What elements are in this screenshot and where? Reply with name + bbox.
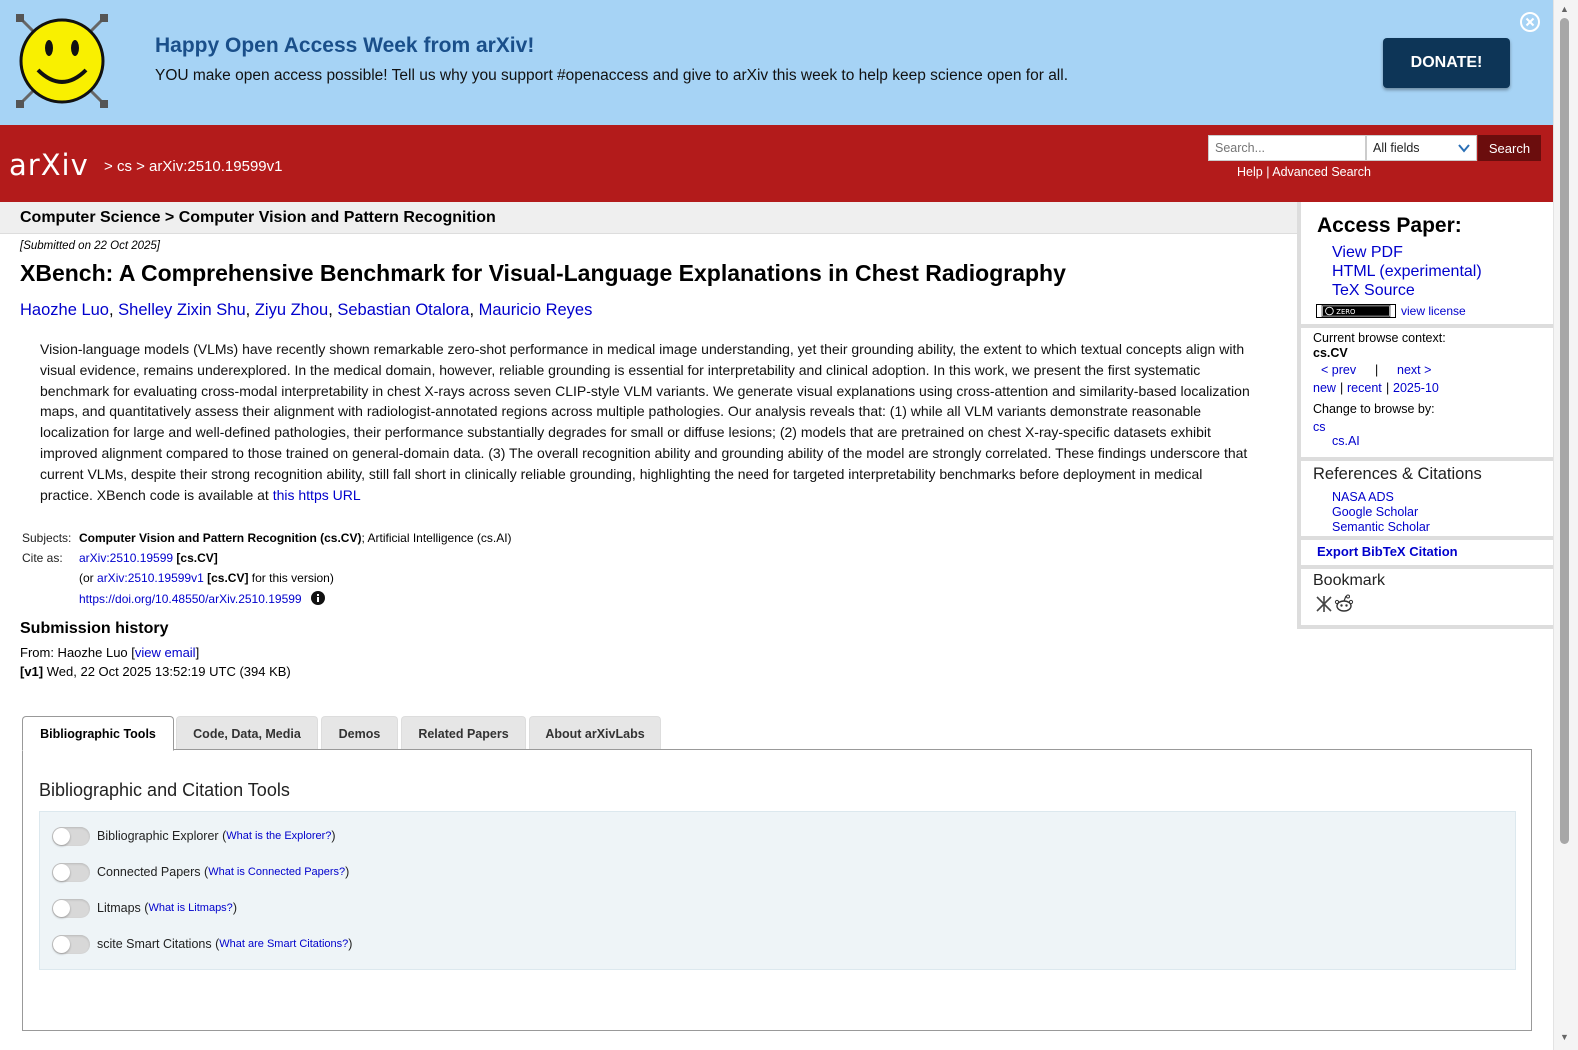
- banner-text: YOU make open access possible! Tell us w…: [155, 67, 1069, 84]
- advanced-search-link[interactable]: Advanced Search: [1272, 165, 1371, 179]
- author-list: Haozhe Luo, Shelley Zixin Shu, Ziyu Zhou…: [20, 301, 593, 319]
- toggle-switch[interactable]: [52, 898, 90, 918]
- svg-text:ZERO: ZERO: [1336, 308, 1355, 316]
- page-scrollbar[interactable]: ▲ ▼: [1553, 0, 1578, 1050]
- references-title: References & Citations: [1313, 465, 1482, 483]
- toggle-switch[interactable]: [52, 826, 90, 846]
- doi-link[interactable]: https://doi.org/10.48550/arXiv.2510.1959…: [79, 592, 302, 606]
- scroll-up-arrow-icon[interactable]: ▲: [1560, 4, 1569, 14]
- tool-bibliographic-explorer: Bibliographic Explorer (What is the Expl…: [52, 826, 336, 846]
- cite-id-link[interactable]: arXiv:2510.19599: [79, 551, 173, 565]
- subjects-label: Subjects:: [22, 531, 72, 545]
- help-link[interactable]: Help: [1237, 165, 1263, 179]
- search-button[interactable]: Search: [1478, 135, 1541, 161]
- arxiv-logo[interactable]: arXiv: [9, 146, 101, 186]
- subjects-value: Computer Vision and Pattern Recognition …: [79, 531, 512, 545]
- tab-related-papers[interactable]: Related Papers: [401, 716, 526, 750]
- submission-from: From: Haozhe Luo [view email]: [20, 645, 200, 660]
- tab-code-data-media[interactable]: Code, Data, Media: [176, 716, 318, 750]
- submission-date: [Submitted on 22 Oct 2025]: [20, 240, 161, 252]
- browse-context-label: Current browse context:: [1313, 331, 1446, 345]
- prev-link[interactable]: < prev: [1321, 363, 1356, 377]
- next-link[interactable]: next >: [1397, 363, 1431, 377]
- close-icon[interactable]: [1519, 11, 1541, 33]
- bibsonomy-icon[interactable]: [1315, 595, 1333, 613]
- help-link[interactable]: What are Smart Citations?: [219, 938, 348, 950]
- tool-connected-papers: Connected Papers (What is Connected Pape…: [52, 862, 349, 882]
- cc-zero-license-icon[interactable]: ZERO: [1316, 304, 1396, 318]
- site-header: arXiv > cs > arXiv:2510.19599v1 All fiel…: [0, 125, 1553, 202]
- header-links: Help | Advanced Search: [1237, 165, 1371, 179]
- help-link[interactable]: What is Litmaps?: [148, 902, 232, 914]
- banner-title: Happy Open Access Week from arXiv!: [155, 34, 535, 57]
- html-link[interactable]: HTML (experimental): [1332, 263, 1482, 281]
- nasa-ads-link[interactable]: NASA ADS: [1332, 490, 1394, 504]
- view-email-link[interactable]: view email: [135, 645, 196, 660]
- toggle-switch[interactable]: [52, 934, 90, 954]
- author-link[interactable]: Haozhe Luo: [20, 301, 109, 319]
- tab-about-arxivlabs[interactable]: About arXivLabs: [529, 716, 661, 750]
- cite-version-link[interactable]: arXiv:2510.19599v1: [97, 571, 204, 585]
- donate-button[interactable]: DONATE!: [1383, 38, 1510, 88]
- browse-cs-link[interactable]: cs: [1313, 420, 1326, 434]
- export-bibtex-link[interactable]: Export BibTeX Citation: [1317, 544, 1458, 559]
- tab-demos[interactable]: Demos: [321, 716, 398, 750]
- abstract: Vision-language models (VLMs) have recen…: [40, 339, 1250, 505]
- submission-history-title: Submission history: [20, 620, 169, 637]
- search-input[interactable]: [1208, 135, 1366, 161]
- abstract-code-link[interactable]: this https URL: [273, 487, 361, 503]
- browse-context-value: cs.CV: [1313, 346, 1348, 360]
- paper-title: XBench: A Comprehensive Benchmark for Vi…: [20, 260, 1066, 286]
- tab-bibliographic-tools[interactable]: Bibliographic Tools: [22, 716, 174, 751]
- chevron-down-icon: [1458, 144, 1470, 153]
- view-pdf-link[interactable]: View PDF: [1332, 244, 1403, 262]
- help-link[interactable]: What is the Explorer?: [226, 830, 331, 842]
- view-license-link[interactable]: view license: [1401, 304, 1466, 318]
- category-path: Computer Science > Computer Vision and P…: [20, 209, 496, 226]
- toggle-switch[interactable]: [52, 862, 90, 882]
- tab-panel: Bibliographic and Citation Tools Bibliog…: [22, 749, 1532, 1031]
- svg-text:arXiv: arXiv: [9, 148, 89, 182]
- abstract-text: Vision-language models (VLMs) have recen…: [40, 341, 1250, 503]
- author-link[interactable]: Mauricio Reyes: [479, 301, 593, 319]
- author-link[interactable]: Ziyu Zhou: [255, 301, 328, 319]
- change-browse-label: Change to browse by:: [1313, 402, 1435, 416]
- tex-source-link[interactable]: TeX Source: [1332, 282, 1415, 300]
- author-link[interactable]: Shelley Zixin Shu: [118, 301, 245, 319]
- month-link[interactable]: 2025-10: [1393, 381, 1439, 395]
- access-paper-title: Access Paper:: [1317, 214, 1462, 237]
- reddit-icon[interactable]: [1334, 594, 1354, 614]
- breadcrumb: > cs > arXiv:2510.19599v1: [104, 158, 283, 175]
- browse-csai-link[interactable]: cs.AI: [1332, 434, 1360, 448]
- help-link[interactable]: What is Connected Papers?: [208, 866, 345, 878]
- search-field-select[interactable]: All fields: [1366, 135, 1477, 161]
- scroll-down-arrow-icon[interactable]: ▼: [1560, 1032, 1569, 1042]
- paper-metadata: Subjects: Computer Vision and Pattern Re…: [22, 531, 512, 606]
- breadcrumb-paper-id: arXiv:2510.19599v1: [149, 158, 283, 175]
- recent-link[interactable]: recent: [1347, 381, 1382, 395]
- category-subheader: Computer Science > Computer Vision and P…: [0, 202, 1297, 234]
- new-link[interactable]: new: [1313, 381, 1336, 395]
- announcement-banner: Happy Open Access Week from arXiv! YOU m…: [0, 0, 1553, 125]
- cite-label: Cite as:: [22, 551, 63, 565]
- version-v1: [v1] Wed, 22 Oct 2025 13:52:19 UTC (394 …: [20, 664, 291, 679]
- sidebar: Access Paper: View PDF HTML (experimenta…: [1297, 202, 1553, 629]
- bookmark-title: Bookmark: [1313, 572, 1386, 589]
- author-link[interactable]: Sebastian Otalora: [337, 301, 469, 319]
- panel-title: Bibliographic and Citation Tools: [39, 780, 290, 800]
- tools-list: Bibliographic Explorer (What is the Expl…: [39, 811, 1516, 970]
- info-icon[interactable]: [310, 590, 325, 605]
- cite-version: (or arXiv:2510.19599v1 [cs.CV] for this …: [79, 571, 334, 585]
- google-scholar-link[interactable]: Google Scholar: [1332, 505, 1418, 519]
- smiley-logo-icon: [16, 14, 108, 108]
- tool-litmaps: Litmaps (What is Litmaps?): [52, 898, 237, 918]
- tool-scite: scite Smart Citations (What are Smart Ci…: [52, 934, 352, 954]
- semantic-scholar-link[interactable]: Semantic Scholar: [1332, 520, 1430, 534]
- breadcrumb-category-link[interactable]: cs: [117, 158, 132, 175]
- scrollbar-thumb[interactable]: [1560, 18, 1569, 844]
